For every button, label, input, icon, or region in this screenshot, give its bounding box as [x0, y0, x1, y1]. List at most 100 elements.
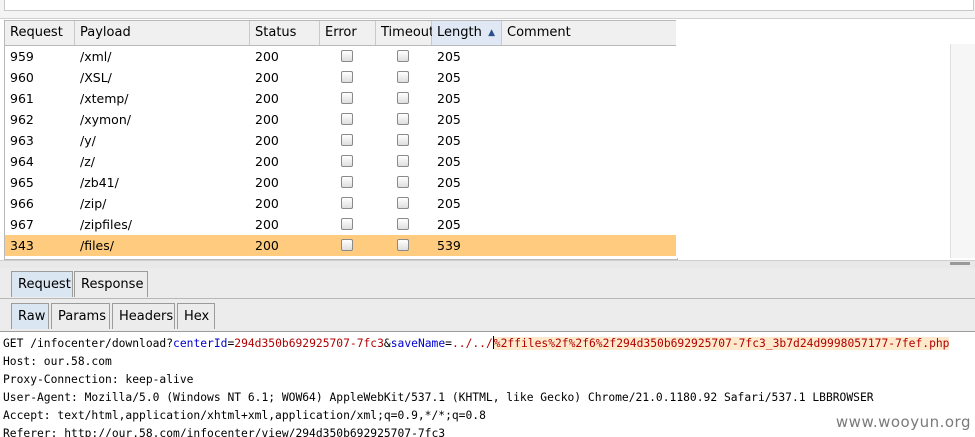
table-row[interactable]: 964 /z/ 200 205: [5, 151, 677, 172]
header-line-referer: Referer: http://our.58.com/infocenter/vi…: [3, 427, 446, 437]
timeout-checkbox[interactable]: [397, 50, 409, 62]
error-checkbox[interactable]: [341, 71, 353, 83]
error-checkbox[interactable]: [341, 176, 353, 188]
cell-status: 200: [255, 112, 279, 127]
cell-status: 200: [255, 133, 279, 148]
timeout-checkbox[interactable]: [397, 113, 409, 125]
cell-length: 205: [437, 112, 461, 127]
timeout-checkbox[interactable]: [397, 92, 409, 104]
cell-request: 961: [10, 91, 34, 106]
timeout-checkbox[interactable]: [397, 218, 409, 230]
cell-request: 960: [10, 70, 34, 85]
view-mode-tabbar: Raw Params Headers Hex: [0, 299, 975, 332]
tab-params[interactable]: Params: [51, 303, 110, 329]
cell-payload: /files/: [80, 238, 114, 253]
error-checkbox[interactable]: [341, 197, 353, 209]
cell-request: 966: [10, 196, 34, 211]
cell-status: 200: [255, 175, 279, 190]
param-key-savename: saveName: [390, 337, 446, 350]
column-header-length-label: Length: [437, 25, 482, 40]
param-value-savename-encoded: %2ffiles%2f%2f6%2f294d350b692925707-7fc3…: [493, 337, 950, 350]
request-line: GET /infocenter/download?centerId=294d35…: [3, 336, 950, 350]
timeout-checkbox[interactable]: [397, 197, 409, 209]
cell-request: 964: [10, 154, 34, 169]
error-checkbox[interactable]: [341, 92, 353, 104]
error-checkbox[interactable]: [341, 218, 353, 230]
results-table: Request Payload Status Error Timeout Len…: [4, 20, 678, 260]
cell-status: 200: [255, 70, 279, 85]
tab-response[interactable]: Response: [74, 271, 148, 297]
param-value-centerid: 294d350b692925707-7fc3: [234, 337, 384, 350]
vertical-scrollbar[interactable]: [950, 44, 975, 258]
cell-request: 965: [10, 175, 34, 190]
cell-payload: /zb41/: [80, 175, 119, 190]
cell-status: 200: [255, 49, 279, 64]
cell-request: 959: [10, 49, 34, 64]
error-checkbox[interactable]: [341, 134, 353, 146]
raw-request-editor[interactable]: GET /infocenter/download?centerId=294d35…: [0, 333, 975, 437]
error-checkbox[interactable]: [341, 113, 353, 125]
cell-request: 962: [10, 112, 34, 127]
table-row[interactable]: 960 /XSL/ 200 205: [5, 67, 677, 88]
cell-length: 205: [437, 70, 461, 85]
timeout-checkbox[interactable]: [397, 134, 409, 146]
cell-length: 205: [437, 133, 461, 148]
param-separator: &: [383, 337, 391, 350]
cell-length: 539: [437, 238, 461, 253]
cell-length: 205: [437, 49, 461, 64]
param-value-savename-prefix: ../../: [451, 337, 493, 350]
column-header-length[interactable]: Length ▲: [432, 21, 502, 45]
watermark: www.wooyun.org: [835, 413, 971, 431]
column-header-payload[interactable]: Payload: [75, 21, 250, 45]
column-header-timeout[interactable]: Timeout: [376, 21, 434, 45]
cell-length: 205: [437, 154, 461, 169]
table-row[interactable]: 963 /y/ 200 205: [5, 130, 677, 151]
timeout-checkbox[interactable]: [397, 155, 409, 167]
table-row[interactable]: 962 /xymon/ 200 205: [5, 109, 677, 130]
cell-payload: /XSL/: [80, 70, 112, 85]
cell-status: 200: [255, 154, 279, 169]
table-row[interactable]: 965 /zb41/ 200 205: [5, 172, 677, 193]
cell-length: 205: [437, 91, 461, 106]
column-header-comment[interactable]: Comment: [502, 21, 677, 45]
error-checkbox[interactable]: [341, 239, 353, 251]
tab-hex[interactable]: Hex: [177, 303, 215, 329]
cell-payload: /zipfiles/: [80, 217, 132, 232]
table-body: 959 /xml/ 200 205 960 /XSL/ 200 205 961 …: [5, 46, 677, 256]
param-key-centerid: centerId: [173, 337, 228, 350]
column-header-error[interactable]: Error: [320, 21, 376, 45]
top-toolbar: [0, 0, 975, 19]
header-line-proxy-connection: Proxy-Connection: keep-alive: [3, 373, 194, 386]
table-row[interactable]: 967 /zipfiles/ 200 205: [5, 214, 677, 235]
table-row[interactable]: 966 /zip/ 200 205: [5, 193, 677, 214]
header-line-accept: Accept: text/html,application/xhtml+xml,…: [3, 409, 486, 422]
cell-length: 205: [437, 175, 461, 190]
column-header-status[interactable]: Status: [250, 21, 320, 45]
tab-request[interactable]: Request: [11, 271, 73, 297]
timeout-checkbox[interactable]: [397, 71, 409, 83]
divider-grip-icon[interactable]: [950, 262, 970, 265]
tab-raw[interactable]: Raw: [11, 303, 49, 329]
tab-headers[interactable]: Headers: [112, 303, 175, 329]
timeout-checkbox[interactable]: [397, 239, 409, 251]
cell-status: 200: [255, 91, 279, 106]
table-row[interactable]: 959 /xml/ 200 205: [5, 46, 677, 67]
cell-request: 963: [10, 133, 34, 148]
table-row[interactable]: 961 /xtemp/ 200 205: [5, 88, 677, 109]
cell-status: 200: [255, 196, 279, 211]
cell-length: 205: [437, 217, 461, 232]
sort-ascending-icon: ▲: [488, 28, 495, 38]
request-response-tabbar: Request Response: [0, 268, 975, 299]
top-field-strip: [4, 0, 974, 11]
table-row-selected[interactable]: 343 /files/ 200 539: [5, 235, 677, 256]
cell-payload: /xtemp/: [80, 91, 129, 106]
cell-payload: /z/: [80, 154, 95, 169]
cell-payload: /y/: [80, 133, 96, 148]
header-line-user-agent: User-Agent: Mozilla/5.0 (Windows NT 6.1;…: [3, 391, 874, 404]
cell-length: 205: [437, 196, 461, 211]
error-checkbox[interactable]: [341, 50, 353, 62]
timeout-checkbox[interactable]: [397, 176, 409, 188]
error-checkbox[interactable]: [341, 155, 353, 167]
cell-request: 967: [10, 217, 34, 232]
column-header-request[interactable]: Request: [5, 21, 75, 45]
